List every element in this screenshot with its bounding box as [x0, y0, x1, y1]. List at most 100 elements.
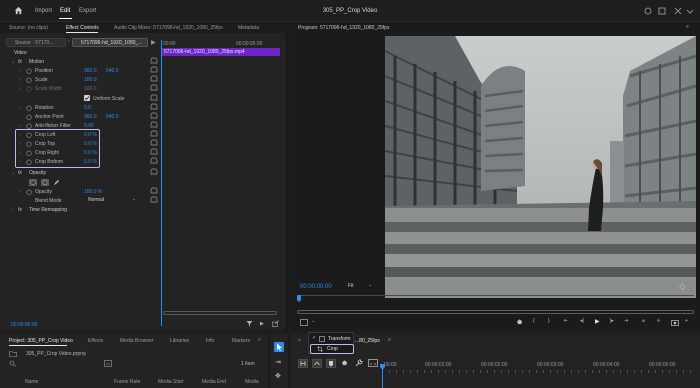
tab-metadata[interactable]: Metadata	[238, 25, 259, 31]
expand-opacity[interactable]: ⌄	[11, 170, 15, 176]
col-media-start[interactable]: Media Start	[158, 379, 184, 385]
ec-timecode[interactable]: 00:00:00:00	[11, 322, 37, 328]
track-select-icon[interactable]: ⇥	[275, 358, 281, 366]
reset-crop-right-icon[interactable]	[150, 148, 158, 155]
reset-scale-width-icon[interactable]	[150, 84, 158, 91]
stopwatch-icon[interactable]	[26, 114, 32, 120]
expand-motion[interactable]: ⌄	[11, 59, 15, 65]
stopwatch-icon[interactable]	[26, 86, 32, 92]
reset-uniform-icon[interactable]	[150, 94, 158, 101]
home-icon[interactable]	[14, 6, 23, 15]
pen-icon[interactable]	[53, 179, 60, 186]
source-chip[interactable]: Source · 57170...	[6, 38, 66, 47]
clip-chip[interactable]: 5717096-hd_1920_1080_...	[72, 38, 148, 47]
blend-mode-select[interactable]: Normal ⌄	[84, 196, 140, 204]
anchor-y[interactable]: 540.0	[106, 114, 119, 120]
zoom-scrollbar[interactable]	[297, 310, 694, 314]
camera-icon[interactable]	[671, 319, 679, 326]
mini-clip-bar[interactable]: 5717096-hd_1920_1080_25fps.mp4	[162, 48, 280, 56]
tab-source[interactable]: Source: (no clips)	[9, 25, 48, 31]
markers-icon[interactable]	[326, 359, 336, 368]
go-to-out-icon[interactable]: ⇥	[624, 318, 628, 324]
tab-effect-controls[interactable]: Effect Controls	[66, 25, 99, 31]
reset-crop-left-icon[interactable]	[150, 130, 158, 137]
position-x[interactable]: 960.0	[84, 68, 97, 74]
keyframe-icon[interactable]: ▶	[260, 321, 264, 327]
tab-project[interactable]: Project: 305_PP_Crop Video	[9, 338, 73, 344]
ripple-edit-icon[interactable]: ✥	[275, 372, 281, 380]
mask-rect-icon[interactable]	[41, 179, 49, 186]
snap-icon[interactable]	[298, 359, 308, 368]
tab-libraries[interactable]: Libraries	[170, 338, 189, 344]
captions-icon[interactable]	[368, 359, 378, 367]
export-icon[interactable]	[272, 320, 279, 327]
reset-crop-top-icon[interactable]	[150, 139, 158, 146]
tab-markers[interactable]: Markers	[232, 338, 250, 344]
window-icons[interactable]	[644, 6, 694, 16]
mask-ellipse-icon[interactable]	[29, 179, 37, 186]
add-marker-icon[interactable]: ⬟	[517, 319, 522, 326]
expand-crop-right[interactable]: ›	[19, 150, 21, 156]
reset-opacity-group-icon[interactable]	[150, 168, 158, 175]
timeline-menu-icon[interactable]: ≡	[388, 337, 391, 343]
expand-opacity-value[interactable]: ›	[19, 189, 21, 195]
expand-time-remapping[interactable]: ›	[11, 207, 13, 213]
stopwatch-icon[interactable]	[26, 105, 32, 111]
crop-right-value[interactable]: 0.0 %	[84, 150, 97, 156]
tab-media-browser[interactable]: Media Browser	[120, 338, 153, 344]
linked-selection-icon[interactable]	[312, 359, 322, 368]
position-y[interactable]: 540.0	[106, 68, 119, 74]
tab-effects[interactable]: Effects	[88, 338, 103, 344]
reset-motion-icon[interactable]	[150, 57, 158, 64]
bin-icon[interactable]	[104, 360, 112, 367]
rotation-value[interactable]: 0.0	[84, 105, 91, 111]
stopwatch-icon[interactable]	[26, 189, 32, 195]
col-name[interactable]: Name	[25, 379, 38, 385]
add-marker-icon[interactable]: ⬟	[342, 360, 347, 367]
panel-menu-icon[interactable]: ≡	[686, 24, 689, 30]
settings-icon[interactable]	[678, 282, 687, 291]
mark-in-icon[interactable]: {	[533, 318, 535, 324]
menu-import[interactable]: Import	[35, 8, 52, 14]
scrub-playhead[interactable]	[297, 295, 302, 303]
stopwatch-icon[interactable]	[26, 77, 32, 83]
crop-left-value[interactable]: 0.0 %	[84, 132, 97, 138]
go-to-in-icon[interactable]: ⇤	[564, 318, 568, 324]
fit-select[interactable]: Fit ⌄	[344, 281, 378, 291]
stopwatch-icon[interactable]	[26, 141, 32, 147]
expand-crop-top[interactable]: ›	[19, 141, 21, 147]
selection-tool-icon[interactable]	[274, 342, 284, 352]
mini-playhead[interactable]	[161, 40, 162, 326]
expand-rotation[interactable]: ›	[19, 105, 21, 111]
expand-crop-bottom[interactable]: ›	[19, 159, 21, 165]
reset-crop-bottom-icon[interactable]	[150, 157, 158, 164]
project-search-input[interactable]	[9, 360, 91, 368]
step-back-icon[interactable]: ◂|	[580, 318, 584, 324]
expand-position[interactable]: ›	[19, 68, 21, 74]
play-only-icon[interactable]: ▶	[151, 39, 156, 46]
stopwatch-icon[interactable]	[26, 150, 32, 156]
tab-audio-clip-mixer[interactable]: Audio Clip Mixer: 5717096-hd_1920_1080_2…	[114, 25, 223, 31]
expand-scale-width[interactable]: ›	[19, 86, 21, 92]
menu-export[interactable]: Export	[79, 8, 96, 14]
stopwatch-icon[interactable]	[26, 159, 32, 165]
col-media[interactable]: Media	[245, 379, 259, 385]
mark-out-icon[interactable]: }	[548, 318, 550, 324]
timeline-ruler-ticks[interactable]	[382, 370, 697, 373]
timeline-tab[interactable]: ...80_25fps	[355, 338, 380, 344]
play-icon[interactable]: ▶	[595, 318, 600, 325]
reset-anti-flicker-icon[interactable]	[150, 121, 158, 128]
reset-anchor-icon[interactable]	[150, 112, 158, 119]
timeline-close-icon[interactable]: ×	[298, 338, 301, 344]
popup-item-transform[interactable]: ✓ Transform	[311, 335, 353, 343]
expand-crop-left[interactable]: ›	[19, 132, 21, 138]
opacity-value[interactable]: 100.0 %	[84, 189, 102, 195]
reset-opacity-icon[interactable]	[150, 187, 158, 194]
scale-value[interactable]: 100.0	[84, 77, 97, 83]
scrub-bar[interactable]	[297, 295, 694, 296]
video-frame[interactable]	[385, 36, 696, 298]
reset-rotation-icon[interactable]	[150, 103, 158, 110]
reset-position-icon[interactable]	[150, 66, 158, 73]
safe-margins-icon[interactable]	[300, 319, 308, 326]
chevron-double-right-icon[interactable]: »	[258, 337, 261, 343]
